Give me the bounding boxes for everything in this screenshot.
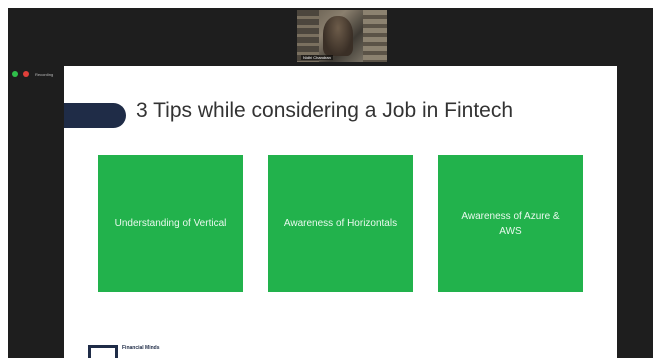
participant-video-thumbnail[interactable]: Nidhi Chandran	[297, 10, 387, 62]
tip-card-azure-aws: Awareness of Azure & AWS	[438, 155, 583, 292]
participant-figure	[323, 16, 353, 56]
title-accent-bar	[64, 103, 126, 128]
tip-card-label: Awareness of Azure & AWS	[461, 210, 560, 237]
company-logo: Financial Minds	[88, 345, 160, 358]
logo-mark-icon	[88, 345, 118, 358]
background-shelf-right	[363, 10, 387, 62]
tip-card-label: Awareness of Horizontals	[283, 218, 398, 229]
recording-label: Recording	[35, 71, 54, 77]
slide-title: 3 Tips while considering a Job in Fintec…	[136, 99, 514, 122]
participant-name-label: Nidhi Chandran	[301, 55, 333, 60]
shared-presentation-slide: 3 Tips while considering a Job in Fintec…	[64, 66, 617, 358]
meeting-status-indicators: Recording	[12, 71, 53, 77]
green-status-dot-icon	[12, 71, 18, 77]
tip-card-label: Understanding of Vertical	[114, 218, 227, 229]
recording-dot-icon	[23, 71, 29, 77]
tip-card-vertical: Understanding of Vertical	[98, 155, 243, 292]
logo-text: Financial Minds	[122, 345, 160, 351]
tip-card-horizontals: Awareness of Horizontals	[268, 155, 413, 292]
